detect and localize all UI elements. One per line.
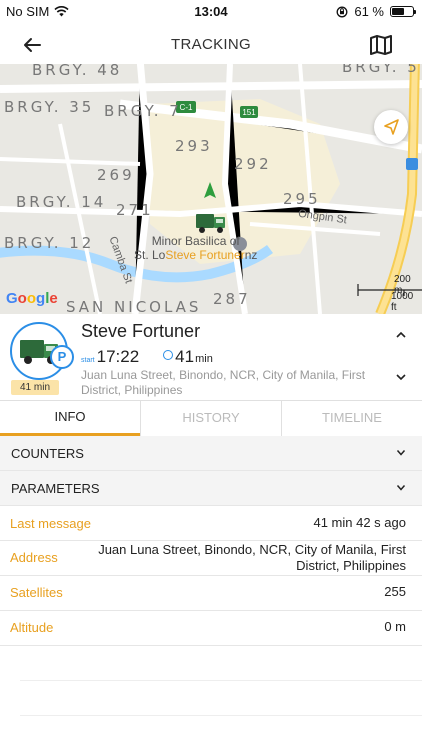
tab-timeline[interactable]: TIMELINE bbox=[281, 401, 422, 436]
start-label: start bbox=[81, 357, 95, 364]
map-area-label: BRGY. 12 bbox=[4, 234, 95, 252]
map-block-number: 293 bbox=[175, 137, 213, 155]
list-divider bbox=[20, 680, 422, 681]
duration-unit: min bbox=[195, 353, 213, 365]
property-value: 255 bbox=[384, 584, 406, 599]
orientation-lock-icon bbox=[336, 6, 348, 17]
map-area-label: BRGY. 35 bbox=[4, 98, 95, 116]
list-divider bbox=[20, 715, 422, 716]
location-arrow-icon bbox=[384, 119, 399, 135]
map-view[interactable]: C-1 151 BRGY. 48 BRGY. 35 BRGY. 7 BRGY. … bbox=[0, 64, 422, 314]
tab-info[interactable]: INFO bbox=[0, 401, 140, 436]
property-value: 0 m bbox=[384, 619, 406, 634]
map-area-label: BRGY. 5 bbox=[342, 64, 420, 76]
chevron-up-icon[interactable] bbox=[394, 330, 408, 340]
counters-section[interactable]: COUNTERS bbox=[0, 436, 422, 471]
nav-bar: TRACKING bbox=[0, 24, 422, 64]
page-title: TRACKING bbox=[171, 36, 251, 53]
property-value: 41 min 42 s ago bbox=[313, 515, 406, 530]
logo-letter: g bbox=[36, 290, 46, 307]
google-logo: Google bbox=[6, 290, 58, 307]
logo-letter: G bbox=[6, 290, 18, 307]
google-logo-text: Google bbox=[6, 290, 58, 307]
property-row-satellites: Satellites 255 bbox=[0, 576, 422, 611]
chevron-down-icon bbox=[396, 485, 406, 491]
map-area-label: BRGY. 14 bbox=[16, 193, 107, 211]
property-key: Address bbox=[10, 550, 58, 565]
map-block-number: 287 bbox=[213, 290, 251, 308]
poi-name-tail: nz bbox=[244, 248, 258, 262]
property-value: Juan Luna Street, Binondo, NCR, City of … bbox=[98, 542, 406, 573]
unit-address: Juan Luna Street, Binondo, NCR, City of … bbox=[81, 368, 366, 397]
property-row-address: Address Juan Luna Street, Binondo, NCR, … bbox=[0, 541, 422, 576]
map-block-number: 292 bbox=[234, 155, 272, 173]
map-block-number: 269 bbox=[97, 166, 135, 184]
battery-icon bbox=[390, 6, 416, 17]
map-icon[interactable] bbox=[368, 33, 394, 57]
clock-icon bbox=[163, 350, 174, 360]
map-area-label: SAN NICOLAS bbox=[66, 298, 202, 314]
map-area-label: BRGY. 48 bbox=[32, 64, 123, 79]
poi-name-line2: St. Lo bbox=[134, 248, 166, 262]
logo-letter: o bbox=[26, 290, 37, 307]
unit-truck-marker[interactable] bbox=[195, 211, 229, 235]
unit-panel[interactable]: P 41 min Steve Fortuner start 17:22 41 m… bbox=[0, 314, 422, 400]
logo-letter: e bbox=[49, 290, 58, 307]
tab-bar: INFO HISTORY TIMELINE bbox=[0, 400, 422, 436]
status-bar: No SIM 13:04 61 % bbox=[0, 0, 422, 24]
counters-title: COUNTERS bbox=[11, 446, 84, 461]
start-time: 17:22 bbox=[96, 347, 140, 366]
map-poi-label: Minor Basilica of St. LoSteve Fortunernz bbox=[134, 234, 257, 262]
unit-trip-info: start 17:22 41 min bbox=[81, 347, 213, 367]
property-row-last-message: Last message 41 min 42 s ago bbox=[0, 506, 422, 541]
map-block-number: 295 bbox=[283, 190, 321, 208]
scale-imperial: 1000 ft bbox=[391, 291, 414, 313]
property-key: Altitude bbox=[10, 620, 54, 635]
status-right: 61 % bbox=[336, 4, 416, 19]
duration-badge: 41 min bbox=[11, 380, 59, 395]
property-key: Last message bbox=[10, 516, 91, 531]
parking-icon: P bbox=[50, 345, 74, 369]
property-row-altitude: Altitude 0 m bbox=[0, 611, 422, 646]
road-shield-151: 151 bbox=[242, 108, 256, 117]
battery-percent: 61 % bbox=[354, 4, 384, 19]
logo-letter: o bbox=[17, 290, 27, 307]
map-area-label: BRGY. 7 bbox=[104, 102, 182, 120]
parameters-section[interactable]: PARAMETERS bbox=[0, 471, 422, 506]
map-block-number: 271 bbox=[116, 201, 154, 219]
locate-button[interactable] bbox=[374, 110, 408, 144]
poi-name-line1: Minor Basilica of bbox=[151, 234, 240, 248]
chevron-down-icon bbox=[396, 450, 406, 456]
unit-name: Steve Fortuner bbox=[81, 321, 201, 341]
parameters-title: PARAMETERS bbox=[11, 481, 100, 496]
tab-history[interactable]: HISTORY bbox=[140, 401, 281, 436]
battery-level bbox=[392, 8, 404, 15]
chevron-down-icon[interactable] bbox=[394, 372, 408, 382]
property-key: Satellites bbox=[10, 585, 63, 600]
unit-map-label: Steve Fortuner bbox=[165, 248, 245, 262]
duration-value: 41 bbox=[175, 347, 195, 366]
